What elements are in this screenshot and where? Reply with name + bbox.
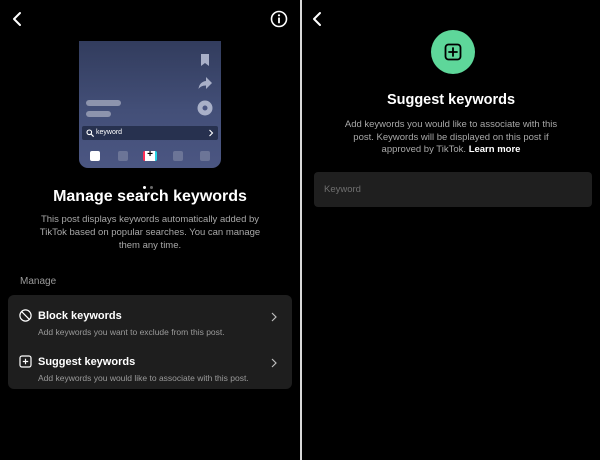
info-button[interactable]	[270, 10, 288, 28]
info-icon	[270, 10, 288, 28]
chevron-left-icon	[313, 12, 321, 26]
page-description: Add keywords you would like to associate…	[338, 119, 564, 157]
create-tab-icon: +	[143, 149, 157, 161]
options-card: Block keywords Add keywords you want to …	[8, 295, 292, 389]
block-icon	[19, 309, 32, 322]
option-subtitle: Add keywords you want to exclude from th…	[38, 327, 225, 337]
plus-square-icon	[444, 43, 462, 61]
search-icon	[86, 129, 94, 137]
back-button[interactable]	[310, 10, 326, 28]
mockup-search-bar: keyword	[82, 126, 218, 140]
mockup-search-text: keyword	[96, 129, 123, 136]
inbox-tab-icon	[173, 151, 183, 161]
suggest-keywords-screen: Suggest keywords Add keywords you would …	[302, 0, 600, 460]
section-label: Manage	[20, 276, 57, 287]
suggest-keywords-option[interactable]: Suggest keywords Add keywords you would …	[8, 345, 292, 391]
suggest-badge	[431, 30, 475, 74]
learn-more-link[interactable]: Learn more	[469, 144, 521, 155]
friends-tab-icon	[118, 151, 128, 161]
chevron-right-icon	[271, 312, 277, 322]
option-subtitle: Add keywords you would like to associate…	[38, 373, 249, 383]
back-button[interactable]	[10, 10, 26, 28]
music-disc-icon	[197, 100, 213, 116]
home-tab-icon	[90, 151, 100, 161]
page-description: This post displays keywords automaticall…	[39, 214, 261, 251]
description-text: Add keywords you would like to associate…	[344, 119, 558, 155]
chevron-right-icon	[271, 358, 277, 368]
page-title: Manage search keywords	[53, 188, 247, 205]
bookmark-icon	[197, 52, 213, 68]
block-keywords-option[interactable]: Block keywords Add keywords you want to …	[8, 299, 292, 345]
page-title: Suggest keywords	[386, 92, 516, 108]
chevron-left-icon	[13, 12, 21, 26]
chevron-right-icon	[209, 129, 214, 137]
profile-tab-icon	[200, 151, 210, 161]
manage-keywords-screen: keyword + Manage search keywords This po…	[0, 0, 300, 460]
share-icon	[197, 75, 213, 91]
option-title: Block keywords	[38, 310, 122, 322]
mockup-tab-bar: +	[79, 145, 221, 168]
caption-placeholder-bar	[86, 111, 111, 117]
phone-mockup-illustration: keyword +	[79, 41, 221, 168]
caption-placeholder-bar	[86, 100, 121, 106]
option-title: Suggest keywords	[38, 356, 136, 368]
keyword-input[interactable]	[314, 172, 592, 207]
plus-square-icon	[19, 355, 32, 368]
